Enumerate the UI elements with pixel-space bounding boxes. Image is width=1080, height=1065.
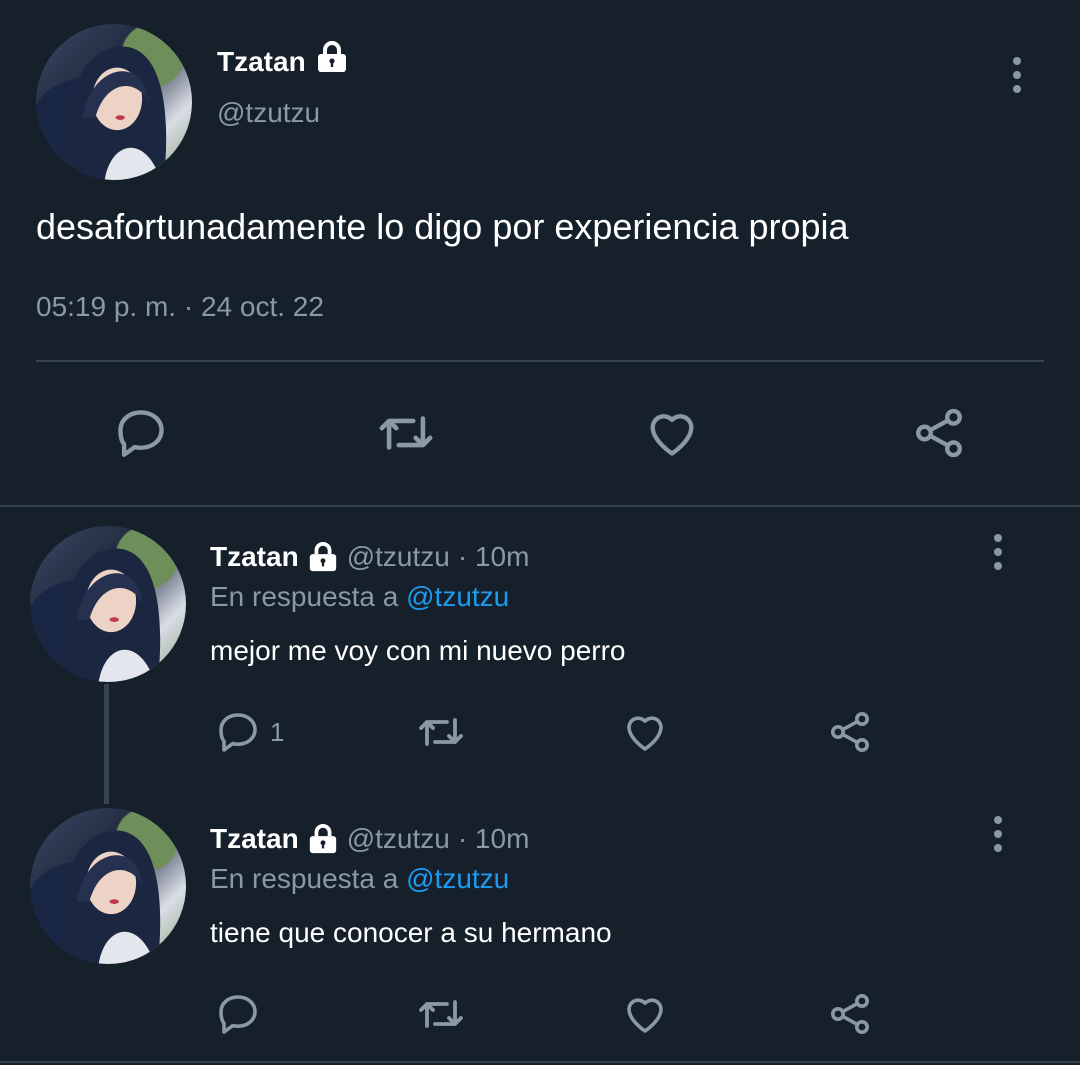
- time: · 10m: [457, 541, 530, 572]
- timestamp: 05:19 p. m. · 24 oct. 22: [36, 291, 324, 322]
- share-icon[interactable]: [826, 990, 874, 1038]
- reply-prefix: En respuesta a: [210, 581, 399, 612]
- tweet-text: mejor me voy con mi nuevo perro: [210, 635, 626, 666]
- tweet-text: tiene que conocer a su hermano: [210, 917, 612, 948]
- handle[interactable]: @tzutzu: [347, 541, 450, 573]
- reply-count: 1: [270, 716, 285, 747]
- section-divider: [0, 505, 1080, 507]
- avatar[interactable]: [30, 808, 186, 964]
- avatar[interactable]: [36, 24, 192, 180]
- tweet-text: desafortunadamente lo digo por experienc…: [36, 206, 849, 247]
- retweet-icon[interactable]: [413, 708, 469, 756]
- retweet-icon[interactable]: [413, 990, 469, 1038]
- share-icon[interactable]: [826, 708, 874, 756]
- display-name[interactable]: Tzatan: [217, 45, 306, 79]
- reply-icon[interactable]: [112, 404, 170, 462]
- retweet-icon[interactable]: [373, 404, 439, 462]
- more-options-icon[interactable]: [1006, 57, 1028, 97]
- like-icon[interactable]: [621, 990, 669, 1038]
- display-name[interactable]: Tzatan: [210, 823, 299, 855]
- more-options-icon[interactable]: [987, 534, 1009, 574]
- like-icon[interactable]: [643, 404, 701, 462]
- divider: [36, 360, 1044, 362]
- reply-to-link[interactable]: @tzutzu: [406, 581, 509, 612]
- lock-icon: [307, 541, 339, 573]
- handle[interactable]: @tzutzu: [347, 823, 450, 855]
- like-icon[interactable]: [621, 708, 669, 756]
- reply-prefix: En respuesta a: [210, 863, 399, 894]
- more-options-icon[interactable]: [987, 816, 1009, 856]
- bottom-divider: [0, 1061, 1080, 1063]
- handle[interactable]: @tzutzu: [217, 96, 320, 130]
- reply-icon[interactable]: [214, 990, 262, 1038]
- reply-to-link[interactable]: @tzutzu: [406, 863, 509, 894]
- lock-icon: [307, 823, 339, 855]
- avatar[interactable]: [30, 526, 186, 682]
- share-icon[interactable]: [910, 404, 968, 462]
- reply-icon[interactable]: 1: [214, 708, 284, 756]
- lock-icon: [315, 40, 349, 74]
- display-name[interactable]: Tzatan: [210, 541, 299, 573]
- thread-line: [104, 684, 109, 804]
- time: · 10m: [457, 823, 530, 854]
